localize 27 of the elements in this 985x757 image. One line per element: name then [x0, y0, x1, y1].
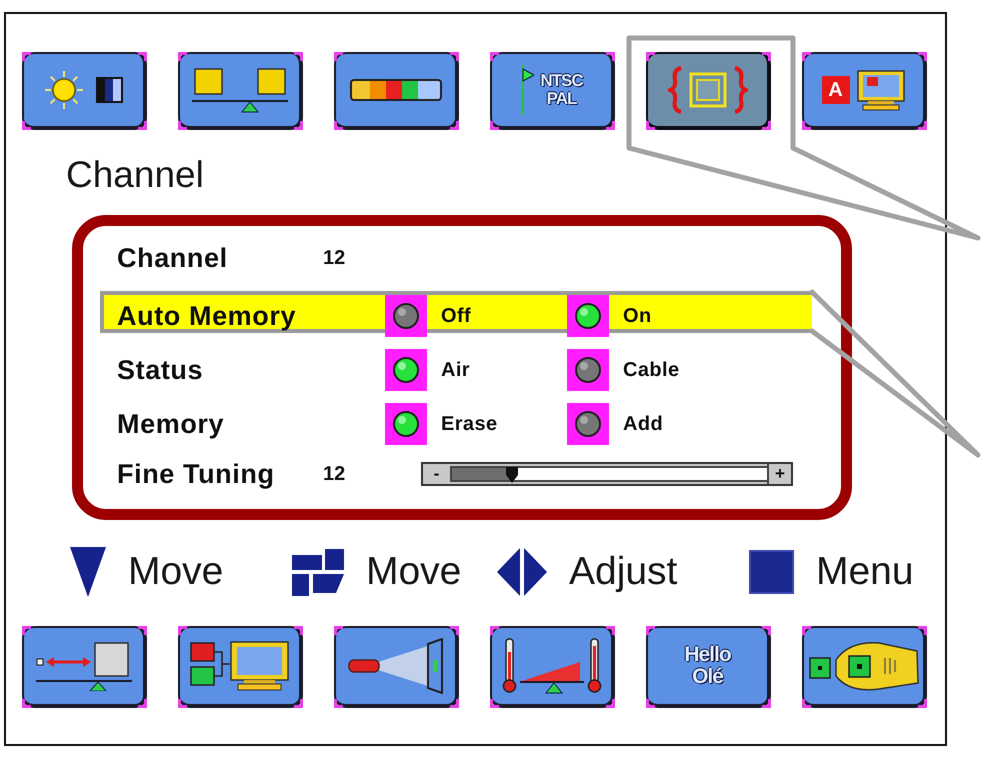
- menu-row[interactable]: Fine Tuning 12 - +: [100, 453, 812, 495]
- slider-track[interactable]: [450, 466, 767, 482]
- increase-button[interactable]: +: [767, 464, 791, 484]
- menu-row[interactable]: Channel 12: [100, 237, 812, 279]
- value-text: 12: [323, 246, 346, 270]
- menu-tab[interactable]: [178, 626, 303, 708]
- menu-tab[interactable]: [802, 626, 927, 708]
- square-icon: [749, 550, 794, 594]
- legend-label: Menu: [816, 549, 914, 595]
- menu-tab[interactable]: [334, 626, 459, 708]
- menu-tab[interactable]: [22, 626, 147, 708]
- menu-title: Channel: [66, 153, 204, 196]
- decrease-button[interactable]: -: [423, 464, 450, 484]
- left-right-arrow-icon: [497, 548, 547, 596]
- menu-tab[interactable]: [334, 52, 459, 130]
- menu-tab[interactable]: [22, 52, 147, 130]
- blocks-icon: [292, 548, 344, 596]
- legend-label: Move: [128, 549, 224, 595]
- down-arrow-icon: [70, 547, 106, 597]
- menu-tab[interactable]: [490, 626, 615, 708]
- value-text: 12: [323, 462, 346, 486]
- menu-tab[interactable]: [646, 52, 771, 130]
- slider-thumb[interactable]: [506, 467, 518, 483]
- menu-tab[interactable]: A: [802, 52, 927, 130]
- menu-tab[interactable]: [178, 52, 303, 130]
- legend-label: Move: [366, 549, 462, 595]
- legend-label: Adjust: [569, 549, 678, 595]
